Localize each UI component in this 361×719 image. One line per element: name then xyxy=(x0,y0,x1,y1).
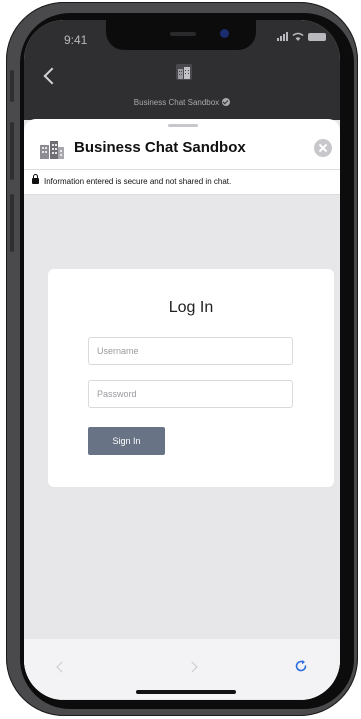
nav-title: Business Chat Sandbox xyxy=(133,98,220,107)
home-indicator[interactable] xyxy=(136,690,236,694)
volume-up-button xyxy=(10,122,14,180)
close-icon[interactable] xyxy=(314,139,332,157)
signal-icon xyxy=(277,32,288,41)
nav-header: 9:41 Business Chat Sandbox xyxy=(24,20,340,120)
sheet-header: Business Chat Sandbox xyxy=(24,119,340,169)
battery-icon xyxy=(308,32,326,41)
status-time: 9:41 xyxy=(64,33,88,47)
status-icons xyxy=(277,32,326,41)
security-notice: Information entered is secure and not sh… xyxy=(44,177,232,186)
sheet-title: Business Chat Sandbox xyxy=(74,139,246,156)
security-notice-bar: Information entered is secure and not sh… xyxy=(24,169,340,195)
reload-icon[interactable] xyxy=(294,659,308,673)
sign-in-button[interactable]: Sign In xyxy=(88,427,165,455)
password-input[interactable] xyxy=(88,380,293,408)
nav-title-row: Business Chat Sandbox xyxy=(24,98,340,107)
login-card: Log In Sign In xyxy=(48,269,334,487)
sheet-grabber[interactable] xyxy=(168,124,198,127)
lock-icon xyxy=(32,174,39,184)
back-chevron-icon[interactable] xyxy=(43,67,61,85)
mute-switch xyxy=(10,70,14,102)
phone-screen: 9:41 Business Chat Sandbox Business Chat… xyxy=(24,20,340,700)
building-icon xyxy=(176,64,192,80)
front-camera xyxy=(220,29,229,38)
volume-down-button xyxy=(10,194,14,252)
web-sheet: Business Chat Sandbox Information entere… xyxy=(24,119,340,700)
browser-forward-icon[interactable] xyxy=(186,661,198,673)
username-input[interactable] xyxy=(88,337,293,365)
notch xyxy=(106,20,256,50)
building-icon xyxy=(40,141,64,159)
verified-icon xyxy=(222,98,231,106)
speaker xyxy=(170,32,196,36)
login-title: Log In xyxy=(168,299,214,316)
browser-back-icon[interactable] xyxy=(56,661,68,673)
wifi-icon xyxy=(292,32,304,41)
